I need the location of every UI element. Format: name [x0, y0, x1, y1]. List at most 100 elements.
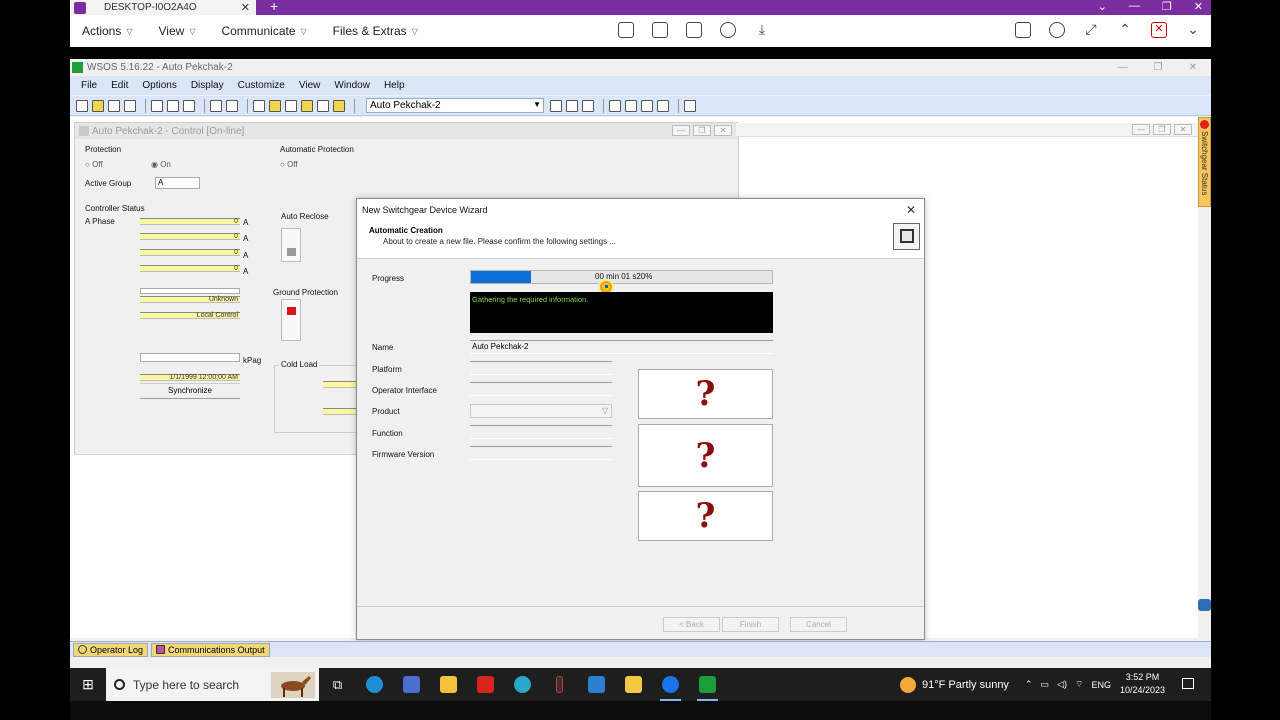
paste-icon[interactable]	[183, 99, 195, 112]
function-field[interactable]	[470, 425, 612, 439]
save-icon[interactable]	[108, 99, 120, 112]
device-network-icon[interactable]	[566, 99, 578, 112]
wsos-taskbar-icon[interactable]	[689, 668, 726, 701]
task-view-icon[interactable]: ⧉	[319, 668, 356, 701]
remote-app-icon[interactable]	[393, 668, 430, 701]
chevron-down-icon[interactable]: ⌄	[1185, 22, 1201, 38]
zoom-icon[interactable]	[609, 99, 621, 112]
battery-icon[interactable]: ▭	[1041, 679, 1050, 690]
menu-file[interactable]: File	[81, 80, 97, 91]
active-group-field[interactable]: A	[155, 177, 200, 189]
restore-icon[interactable]: ❐	[1162, 0, 1172, 13]
network-icon[interactable]: ⌔	[1075, 679, 1083, 690]
print-preview-icon[interactable]	[226, 99, 238, 112]
volume-icon[interactable]: ◁)	[1057, 679, 1067, 690]
tab-communications-output[interactable]: Communications Output	[151, 642, 270, 657]
protection-on-radio[interactable]: ◉ On	[151, 160, 171, 169]
teamviewer-icon[interactable]	[652, 668, 689, 701]
edit-icon[interactable]	[1015, 22, 1031, 38]
menu-actions[interactable]: Actions ▽	[82, 24, 133, 38]
config-icon[interactable]	[657, 99, 669, 112]
side-panel-icon[interactable]	[1198, 599, 1211, 611]
back-button[interactable]: < Back	[663, 617, 720, 632]
restore-icon[interactable]: ❐	[1153, 124, 1171, 135]
restore-icon[interactable]: ❐	[1154, 62, 1163, 73]
close-icon[interactable]: ✕	[714, 125, 732, 136]
minimize-icon[interactable]: —	[1132, 124, 1150, 135]
menu-view[interactable]: View ▽	[159, 24, 196, 38]
menu-customize[interactable]: Customize	[238, 80, 285, 91]
settings-icon[interactable]	[317, 99, 329, 112]
new-tab-icon[interactable]: +	[270, 0, 278, 14]
close-icon[interactable]: ✕	[1174, 124, 1192, 135]
edge-icon[interactable]	[356, 668, 393, 701]
collapse-icon[interactable]: ⌃	[1117, 22, 1133, 38]
edit-icon[interactable]	[641, 99, 653, 112]
chevron-up-icon[interactable]: ⌃	[1025, 679, 1033, 690]
product-select[interactable]: ▽	[470, 404, 612, 418]
operator-interface-field[interactable]	[470, 382, 612, 396]
file-explorer-icon[interactable]	[615, 668, 652, 701]
menu-display[interactable]: Display	[191, 80, 224, 91]
lock-icon[interactable]	[301, 99, 313, 112]
menu-view[interactable]: View	[299, 80, 321, 91]
grid-icon[interactable]	[253, 99, 265, 112]
fullscreen-icon[interactable]: ⤢	[1083, 22, 1099, 38]
menu-communicate[interactable]: Communicate ▽	[221, 24, 306, 38]
close-icon[interactable]: ✕	[1189, 62, 1197, 73]
windows-start-icon[interactable]: ⊞	[70, 668, 106, 701]
remote-session-tab[interactable]: DESKTOP-I0O2A4O ✕	[70, 0, 256, 15]
ground-protection-switch[interactable]	[281, 299, 301, 341]
print-icon[interactable]	[210, 99, 222, 112]
tab-operator-log[interactable]: Operator Log	[73, 642, 149, 657]
minimize-icon[interactable]: —	[1118, 62, 1128, 73]
disconnect-icon[interactable]	[684, 99, 696, 112]
device-tree-icon[interactable]	[582, 99, 594, 112]
mail-icon[interactable]	[578, 668, 615, 701]
disconnect-icon[interactable]: ✕	[1151, 22, 1167, 38]
device-icon[interactable]	[550, 99, 562, 112]
cut-icon[interactable]	[151, 99, 163, 112]
menu-window[interactable]: Window	[334, 80, 370, 91]
menu-help[interactable]: Help	[384, 80, 405, 91]
auto-protection-off-radio[interactable]: ○ Off	[280, 160, 298, 169]
minimize-icon[interactable]: —	[672, 125, 690, 136]
close-tab-icon[interactable]: ✕	[241, 1, 250, 14]
firmware-version-field[interactable]	[470, 446, 612, 460]
file-transfer-icon[interactable]	[686, 22, 702, 38]
weather-widget[interactable]: 91°F Partly sunny	[900, 668, 1009, 701]
save-all-icon[interactable]	[124, 99, 136, 112]
restore-icon[interactable]: ❐	[693, 125, 711, 136]
cancel-button[interactable]: Cancel	[790, 617, 847, 632]
menu-options[interactable]: Options	[142, 80, 176, 91]
download-icon[interactable]: ⤓	[754, 22, 770, 38]
search-icon[interactable]	[625, 99, 637, 112]
close-window-icon[interactable]: ✕	[1194, 0, 1203, 13]
copy-icon[interactable]	[167, 99, 179, 112]
connect-icon[interactable]	[285, 99, 297, 112]
link-icon[interactable]	[333, 99, 345, 112]
store-icon[interactable]	[430, 668, 467, 701]
chart-icon[interactable]	[618, 22, 634, 38]
dropdown-icon[interactable]: ⌄	[1098, 0, 1107, 13]
synchronize-button[interactable]: Synchronize	[140, 383, 240, 399]
open-folder-icon[interactable]	[92, 99, 104, 112]
device-select[interactable]: Auto Pekchak-2 ▼	[366, 98, 544, 113]
menu-files-extras[interactable]: Files & Extras ▽	[333, 24, 418, 38]
minimize-icon[interactable]: —	[1129, 0, 1140, 13]
finish-button[interactable]: Finish	[722, 617, 779, 632]
taskbar-search[interactable]: Type here to search	[106, 668, 319, 701]
search-app-icon[interactable]	[504, 668, 541, 701]
screenshot-icon[interactable]	[1049, 22, 1065, 38]
language-indicator[interactable]: ENG	[1091, 680, 1111, 690]
notification-icon[interactable]	[1182, 678, 1194, 689]
name-field[interactable]: Auto Pekchak-2	[470, 340, 773, 354]
refresh-icon[interactable]	[720, 22, 736, 38]
auto-reclose-switch[interactable]	[281, 228, 301, 262]
close-icon[interactable]: ✕	[906, 203, 916, 217]
protection-off-radio[interactable]: ○ Off	[85, 160, 103, 169]
traffic-light-icon[interactable]	[541, 668, 578, 701]
new-file-icon[interactable]	[76, 99, 88, 112]
gamepad-icon[interactable]	[652, 22, 668, 38]
taskbar-clock[interactable]: 3:52 PM 10/24/2023	[1120, 671, 1165, 697]
